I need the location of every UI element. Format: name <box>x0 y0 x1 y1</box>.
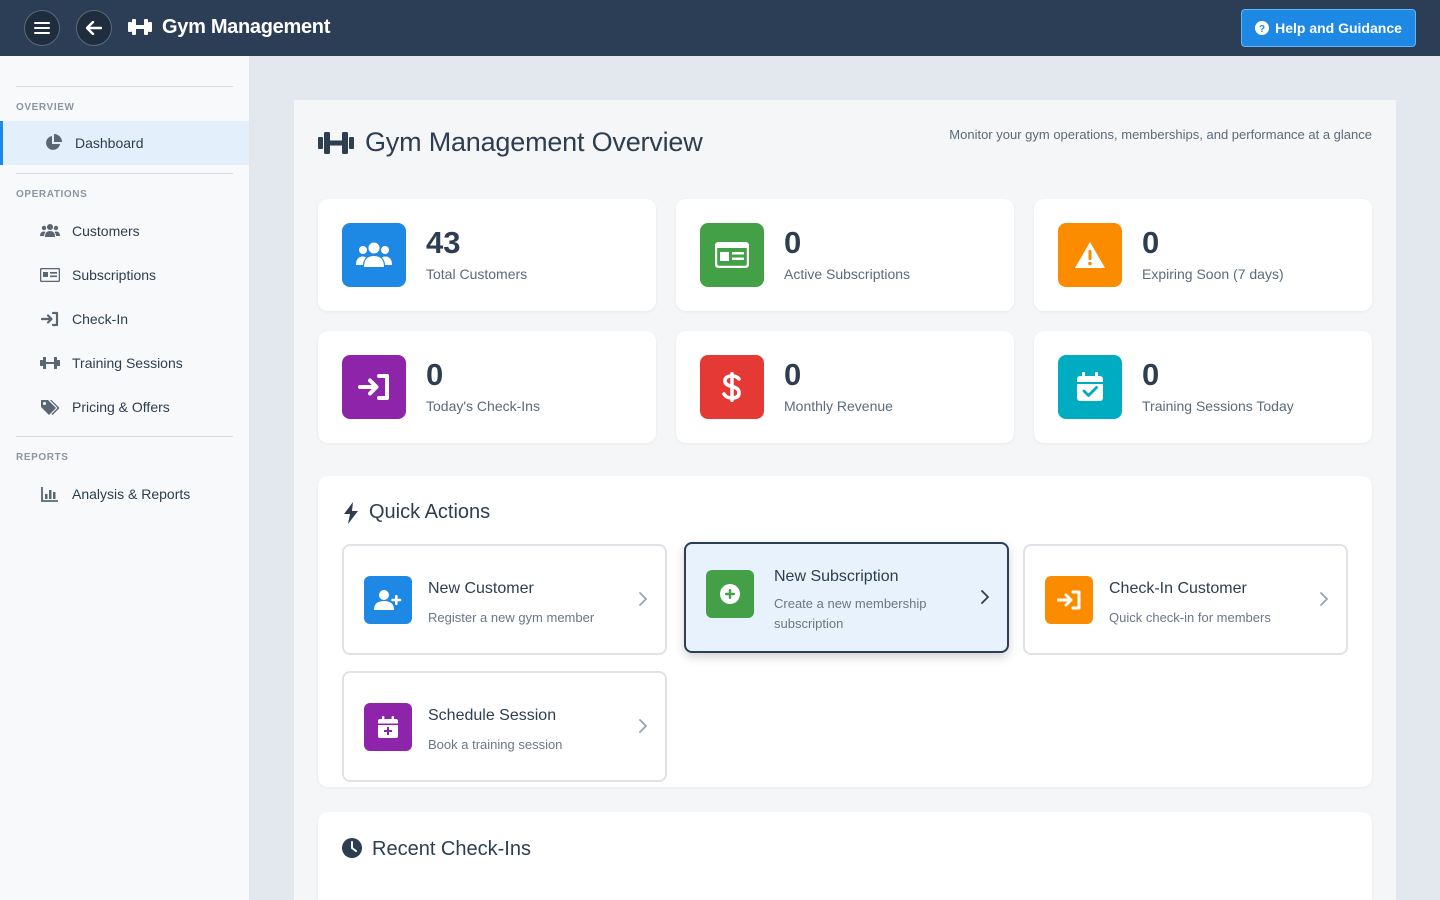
plus-circle-icon <box>706 570 754 618</box>
stat-label: Active Subscriptions <box>784 266 911 282</box>
check-in-customer-card[interactable]: Check-In Customer Quick check-in for mem… <box>1023 544 1348 655</box>
dollar-icon <box>700 355 764 419</box>
hamburger-icon <box>34 22 50 34</box>
tags-icon <box>40 397 60 417</box>
calendar-check-icon <box>1058 355 1122 419</box>
stat-card-training-sessions-today: 0 Training Sessions Today <box>1034 331 1372 443</box>
warning-icon <box>1058 223 1122 287</box>
sidebar-item-label: Training Sessions <box>72 355 183 371</box>
recent-check-ins-panel: Recent Check-Ins <box>318 812 1372 900</box>
stat-value: 0 <box>426 357 444 392</box>
page-subtitle: Monitor your gym operations, memberships… <box>949 127 1372 142</box>
id-card-icon <box>40 265 60 285</box>
sidebar-section-operations: OPERATIONS <box>16 189 88 200</box>
stat-card-todays-check-ins: 0 Today's Check-Ins <box>318 331 656 443</box>
sidebar-item-analysis[interactable]: Analysis & Reports <box>0 472 249 516</box>
stat-label: Expiring Soon (7 days) <box>1142 266 1284 282</box>
sidebar-section-reports: REPORTS <box>16 452 69 463</box>
action-desc: Create a new membership subscription <box>774 596 927 631</box>
back-button[interactable] <box>76 10 112 46</box>
sidebar-item-subscriptions[interactable]: Subscriptions <box>0 253 249 297</box>
dumbbell-icon <box>128 19 152 35</box>
page-title: Gym Management Overview <box>365 127 703 157</box>
stat-card-active-subscriptions: 0 Active Subscriptions <box>676 199 1014 311</box>
stat-label: Monthly Revenue <box>784 398 893 414</box>
arrow-left-icon <box>86 21 102 35</box>
stat-value: 0 <box>784 357 802 392</box>
sidebar-section-overview: OVERVIEW <box>16 102 75 113</box>
sidebar-divider <box>16 86 233 87</box>
sidebar-item-label: Check-In <box>72 311 129 327</box>
svg-text:?: ? <box>1259 24 1265 35</box>
action-desc: Book a training session <box>428 737 563 752</box>
schedule-session-card[interactable]: Schedule Session Book a training session <box>342 671 667 782</box>
quick-actions-panel: Quick Actions New Customer Register a ne… <box>318 476 1372 787</box>
calendar-plus-icon <box>364 703 412 751</box>
action-desc: Register a new gym member <box>428 610 595 625</box>
dumbbell-icon <box>40 353 60 373</box>
clock-icon <box>342 838 362 858</box>
sidebar-item-training-sessions[interactable]: Training Sessions <box>0 341 249 385</box>
chevron-right-icon <box>639 592 647 606</box>
app-title: Gym Management <box>162 16 331 38</box>
stat-value: 0 <box>1142 225 1160 260</box>
user-plus-icon <box>364 576 412 624</box>
sidebar-item-label: Subscriptions <box>72 267 157 283</box>
help-button-label: Help and Guidance <box>1275 20 1402 36</box>
main-content: Gym Management Overview Monitor your gym… <box>294 100 1396 900</box>
stat-value: 43 <box>426 225 461 260</box>
quick-actions-title: Quick Actions <box>369 501 491 523</box>
action-title: New Customer <box>428 580 534 597</box>
sidebar-item-label: Dashboard <box>75 135 144 151</box>
recent-check-ins-title: Recent Check-Ins <box>372 838 531 860</box>
menu-button[interactable] <box>24 10 60 46</box>
bar-chart-icon <box>40 484 60 504</box>
stat-card-total-customers: 43 Total Customers <box>318 199 656 311</box>
stat-value: 0 <box>1142 357 1160 392</box>
stat-value: 0 <box>784 225 802 260</box>
new-subscription-card[interactable]: New Subscription Create a new membership… <box>684 542 1009 653</box>
new-customer-card[interactable]: New Customer Register a new gym member <box>342 544 667 655</box>
sidebar: OVERVIEW Dashboard OPERATIONS Customers … <box>0 56 250 900</box>
sidebar-item-label: Analysis & Reports <box>72 486 191 502</box>
bolt-icon <box>344 502 358 524</box>
id-card-icon <box>700 223 764 287</box>
stat-label: Training Sessions Today <box>1142 398 1294 414</box>
chevron-right-icon <box>1320 592 1328 606</box>
sidebar-item-customers[interactable]: Customers <box>0 209 249 253</box>
sidebar-divider <box>16 173 233 174</box>
action-desc: Quick check-in for members <box>1109 610 1271 625</box>
stat-label: Today's Check-Ins <box>426 398 540 414</box>
chevron-right-icon <box>981 590 989 604</box>
stat-card-expiring-soon: 0 Expiring Soon (7 days) <box>1034 199 1372 311</box>
action-title: Schedule Session <box>428 707 557 724</box>
sidebar-item-label: Pricing & Offers <box>72 399 170 415</box>
sign-in-icon <box>342 355 406 419</box>
top-bar: Gym Management ? Help and Guidance <box>0 0 1440 56</box>
question-circle-icon: ? <box>1255 21 1270 35</box>
sidebar-item-dashboard[interactable]: Dashboard <box>0 121 249 165</box>
dumbbell-icon <box>318 132 354 154</box>
help-button[interactable]: ? Help and Guidance <box>1241 9 1416 47</box>
sidebar-item-check-in[interactable]: Check-In <box>0 297 249 341</box>
sign-in-icon <box>1045 576 1093 624</box>
action-title: New Subscription <box>774 568 899 585</box>
users-icon <box>40 221 60 241</box>
pie-chart-icon <box>43 133 63 153</box>
sidebar-item-pricing[interactable]: Pricing & Offers <box>0 385 249 429</box>
action-title: Check-In Customer <box>1109 580 1247 597</box>
sign-in-icon <box>40 309 60 329</box>
sidebar-divider <box>16 436 233 437</box>
stat-card-monthly-revenue: 0 Monthly Revenue <box>676 331 1014 443</box>
users-icon <box>342 223 406 287</box>
chevron-right-icon <box>639 719 647 733</box>
sidebar-item-label: Customers <box>72 223 140 239</box>
stat-label: Total Customers <box>426 266 528 282</box>
